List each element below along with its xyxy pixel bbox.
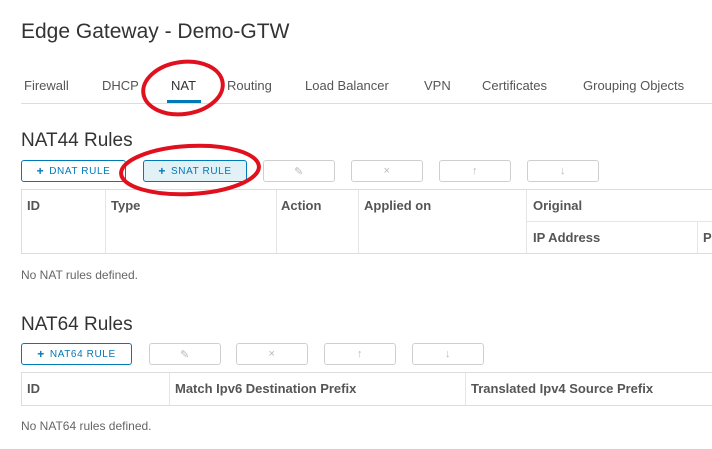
- nat-tab-highlight-ellipse: [141, 59, 225, 117]
- snat-button-highlight-ellipse: [119, 143, 261, 197]
- annotation-overlay: [119, 59, 261, 197]
